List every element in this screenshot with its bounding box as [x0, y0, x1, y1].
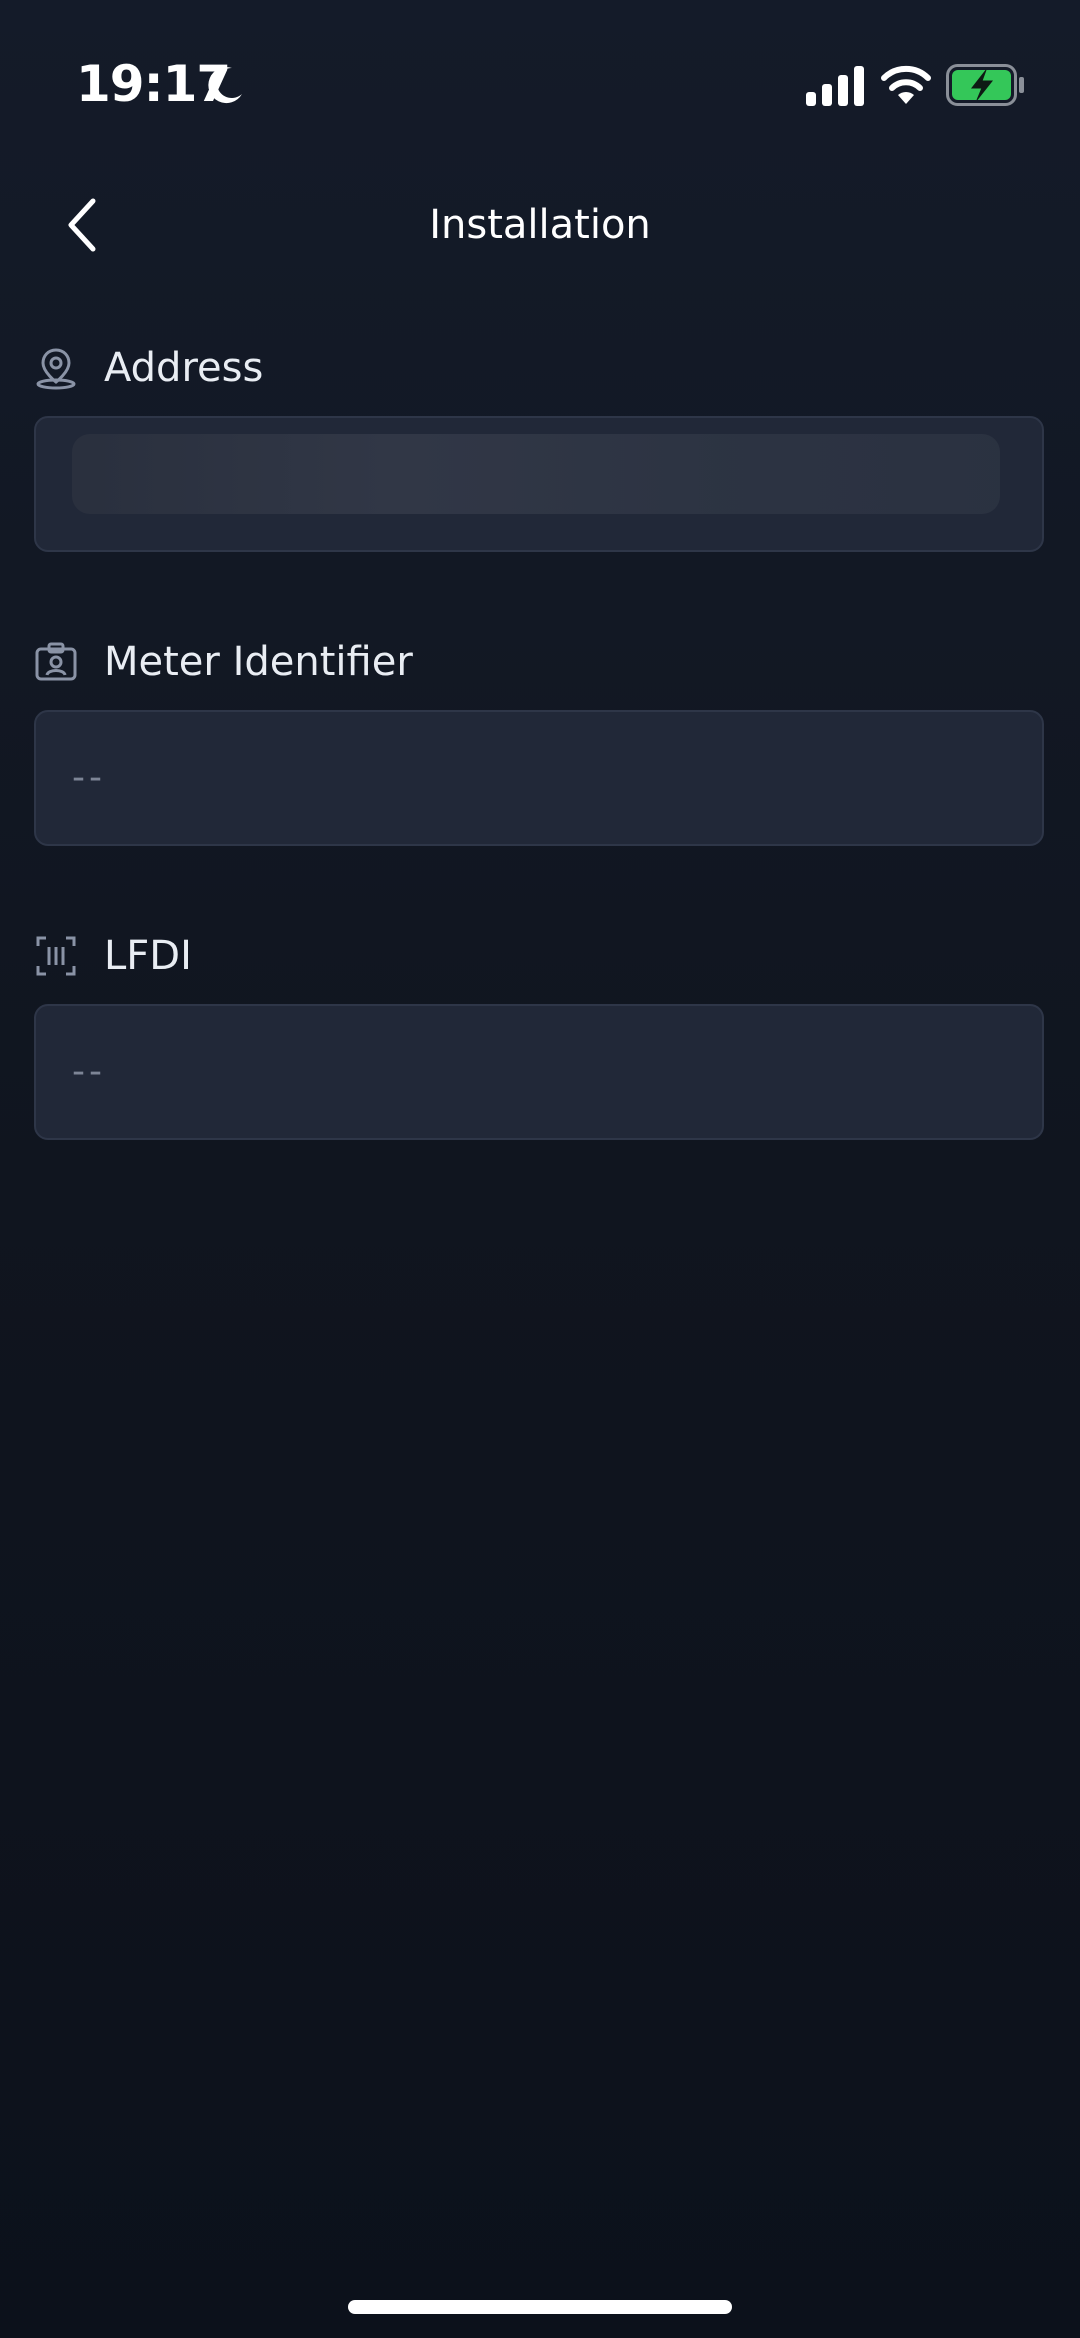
address-input[interactable] [34, 416, 1044, 552]
lfdi-input[interactable]: -- [34, 1004, 1044, 1140]
battery-charging-icon [946, 64, 1024, 106]
location-pin-icon [36, 348, 76, 390]
meter-identifier-label-row: Meter Identifier [34, 630, 1046, 694]
lfdi-label-row: LFDI [34, 924, 1046, 988]
lfdi-field-group: LFDI -- [34, 924, 1046, 1140]
meter-identifier-input[interactable]: -- [34, 710, 1044, 846]
signal-icon [806, 66, 864, 106]
lfdi-value: -- [72, 1051, 106, 1092]
id-badge-icon [35, 642, 77, 681]
lfdi-label: LFDI [104, 933, 192, 979]
address-label-row: Address [34, 336, 1046, 400]
meter-identifier-value: -- [72, 757, 106, 798]
home-indicator[interactable] [348, 2300, 732, 2314]
header: Installation [0, 180, 1080, 270]
barcode-scan-icon [36, 936, 76, 976]
wifi-icon [881, 65, 931, 104]
page-title: Installation [429, 202, 651, 248]
address-field-group: Address [34, 336, 1046, 552]
meter-identifier-field-group: Meter Identifier -- [34, 630, 1046, 846]
address-value-redacted [72, 434, 1000, 514]
address-label: Address [104, 345, 264, 391]
moon-icon [208, 67, 242, 104]
meter-identifier-label: Meter Identifier [104, 639, 413, 685]
status-bar: 19:17 [0, 0, 1080, 170]
